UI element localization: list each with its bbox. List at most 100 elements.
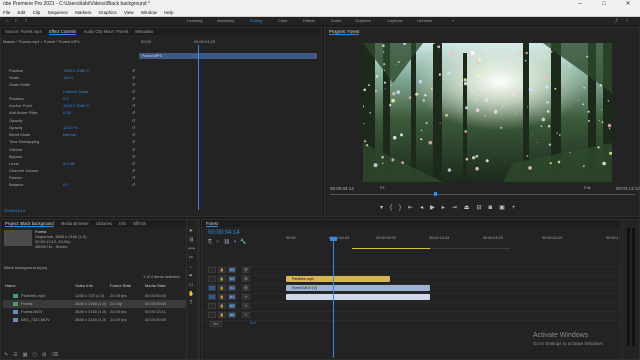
- home-icon[interactable]: ⌂: [6, 17, 8, 25]
- reset-parameter-icon[interactable]: ↺: [132, 75, 135, 81]
- reset-parameter-icon[interactable]: ↺: [132, 125, 135, 131]
- program-scrub-bar[interactable]: [330, 194, 635, 195]
- track-mix[interactable]: [202, 320, 622, 328]
- tab-info[interactable]: Info: [119, 221, 126, 226]
- workspace-audio[interactable]: Audio: [331, 17, 341, 25]
- menu-markers[interactable]: Markers: [75, 10, 91, 15]
- reset-parameter-icon[interactable]: ↺: [132, 118, 135, 124]
- track-v2[interactable]: [202, 275, 622, 283]
- zoom-fit-select[interactable]: Fit: [380, 185, 384, 191]
- project-item-row[interactable]: Forest 3840 x 2160 (1.0) 24.00p 00:00:00:00: [3, 300, 197, 308]
- lock-track-icon[interactable]: 🔒: [218, 285, 226, 291]
- export-icon[interactable]: ⇧: [24, 17, 27, 25]
- maximize-icon[interactable]: □: [592, 0, 616, 9]
- marker-icon[interactable]: ▾: [380, 205, 390, 211]
- tab-source[interactable]: Source: Forest.mp4: [5, 29, 42, 34]
- write-lock-icon[interactable]: ✎: [4, 352, 13, 358]
- snap-icon[interactable]: ∩: [216, 239, 224, 245]
- col-media-start[interactable]: Media Start: [145, 282, 165, 290]
- ec-row-value[interactable]: 0.0: [63, 96, 69, 102]
- close-icon[interactable]: ✕: [616, 0, 640, 9]
- track-source-patch[interactable]: [208, 303, 216, 309]
- col-name[interactable]: Name: [5, 282, 16, 290]
- lock-track-icon[interactable]: 🔒: [218, 303, 226, 309]
- hand-tool-icon[interactable]: ✋: [188, 291, 194, 297]
- clip-path[interactable]: Master * Forest.mp4 > Forest * Forest.MP…: [3, 39, 80, 45]
- reset-parameter-icon[interactable]: ↺: [132, 103, 135, 109]
- play-icon[interactable]: ▶: [430, 205, 442, 211]
- tab-program[interactable]: Program: Forest: [329, 29, 360, 35]
- minimize-icon[interactable]: –: [568, 0, 592, 9]
- list-view-icon[interactable]: ☰: [13, 352, 22, 358]
- menu-graphics[interactable]: Graphics: [99, 10, 117, 15]
- add-button-icon[interactable]: +: [512, 205, 523, 211]
- toggle-track-output-icon[interactable]: 👁: [242, 276, 250, 282]
- reset-parameter-icon[interactable]: ↺: [132, 82, 135, 88]
- track-a2[interactable]: [202, 302, 622, 310]
- reset-parameter-icon[interactable]: ↺: [132, 96, 135, 102]
- type-tool-icon[interactable]: T: [188, 300, 194, 306]
- track-source-patch[interactable]: [208, 276, 216, 282]
- ec-row-value[interactable]: 0.0: [63, 182, 69, 188]
- ec-row-value[interactable]: 1920.0 1080.0: [63, 68, 89, 74]
- go-to-out-icon[interactable]: ⇥: [452, 205, 464, 211]
- out-point-icon[interactable]: }: [399, 205, 408, 211]
- lock-track-icon[interactable]: 🔒: [218, 294, 226, 300]
- col-video-info[interactable]: Video Info: [75, 282, 93, 290]
- reset-parameter-icon[interactable]: ↺: [132, 147, 135, 153]
- extract-icon[interactable]: ⊟: [476, 205, 488, 211]
- razor-tool-icon[interactable]: ✂: [188, 255, 194, 261]
- project-item-row[interactable]: IMG_7321.MOV 3840 x 2160 (1.0) 24.00 fps 00…: [3, 316, 197, 324]
- program-timecode[interactable]: 00:00:04:14: [330, 186, 354, 191]
- project-item-row[interactable]: Forest.MOV 3840 x 2160 (1.0) 24.00 fps 00:0…: [3, 308, 197, 316]
- menu-sequence[interactable]: Sequence: [48, 10, 68, 15]
- import-icon[interactable]: ⇩: [14, 17, 17, 25]
- export-frame-icon[interactable]: ◙: [488, 205, 499, 211]
- track-source-patch[interactable]: [208, 267, 216, 273]
- reset-parameter-icon[interactable]: ↺: [132, 168, 135, 174]
- timeline-timecode[interactable]: 00:00:04:14: [208, 230, 240, 237]
- mute-track-button[interactable]: M: [242, 312, 250, 318]
- go-to-in-icon[interactable]: ⇤: [408, 205, 420, 211]
- playhead-handle[interactable]: [330, 237, 337, 241]
- ec-row-value[interactable]: 1920.0 1080.0: [63, 103, 89, 109]
- lock-track-icon[interactable]: 🔒: [218, 276, 226, 282]
- tab-metadata[interactable]: Metadata: [135, 29, 152, 34]
- track-select-tool-icon[interactable]: ⇶: [188, 237, 194, 243]
- new-bin-icon[interactable]: ▢: [32, 352, 42, 358]
- slip-tool-icon[interactable]: ↔: [188, 264, 194, 270]
- ec-row-value[interactable]: 100.0: [63, 75, 73, 81]
- project-item-row[interactable]: Particles.mp4 1280 x 720 (1.0) 24.00 fps 00…: [3, 292, 197, 300]
- reset-parameter-icon[interactable]: ↺: [132, 154, 135, 160]
- track-source-patch[interactable]: [208, 294, 216, 300]
- new-item-icon[interactable]: ⊞: [42, 352, 51, 358]
- track-source-patch[interactable]: [208, 312, 216, 318]
- menu-help[interactable]: Help: [164, 10, 173, 15]
- ec-row-value[interactable]: 100.0 %: [63, 125, 78, 131]
- mute-track-button[interactable]: M: [242, 294, 250, 300]
- lift-icon[interactable]: ⏏: [464, 205, 477, 211]
- tab-effect-controls[interactable]: Effect Controls: [48, 29, 77, 35]
- toggle-track-output-icon[interactable]: 👁: [242, 285, 250, 291]
- lock-track-icon[interactable]: 🔒: [218, 267, 226, 273]
- menu-clip[interactable]: Clip: [33, 10, 41, 15]
- reset-parameter-icon[interactable]: ↺: [132, 161, 135, 167]
- ec-timecode[interactable]: 00:00:04:14: [4, 208, 25, 214]
- timeline-playhead[interactable]: [333, 238, 334, 358]
- workspace-libraries[interactable]: Libraries: [417, 17, 432, 25]
- comparison-view-icon[interactable]: ▣: [499, 205, 512, 211]
- reset-parameter-icon[interactable]: ↺: [132, 68, 135, 74]
- tab-effects[interactable]: Effects: [133, 221, 146, 226]
- trash-icon[interactable]: ⌫: [51, 352, 63, 358]
- pen-tool-icon[interactable]: ✒: [188, 273, 194, 279]
- track-a3[interactable]: [202, 311, 622, 319]
- workspace-editing[interactable]: Editing: [250, 17, 262, 25]
- quick-export-icon[interactable]: ⤴: [614, 17, 618, 25]
- playback-quality-select[interactable]: Full: [584, 185, 590, 191]
- help-icon[interactable]: ?: [626, 17, 628, 25]
- menu-view[interactable]: View: [124, 10, 134, 15]
- reset-parameter-icon[interactable]: ↺: [132, 132, 135, 138]
- workspace-assembly[interactable]: Assembly: [217, 17, 234, 25]
- timeline-clip[interactable]: Forest.MOV [V]: [286, 285, 430, 291]
- step-forward-icon[interactable]: ▸: [442, 205, 452, 211]
